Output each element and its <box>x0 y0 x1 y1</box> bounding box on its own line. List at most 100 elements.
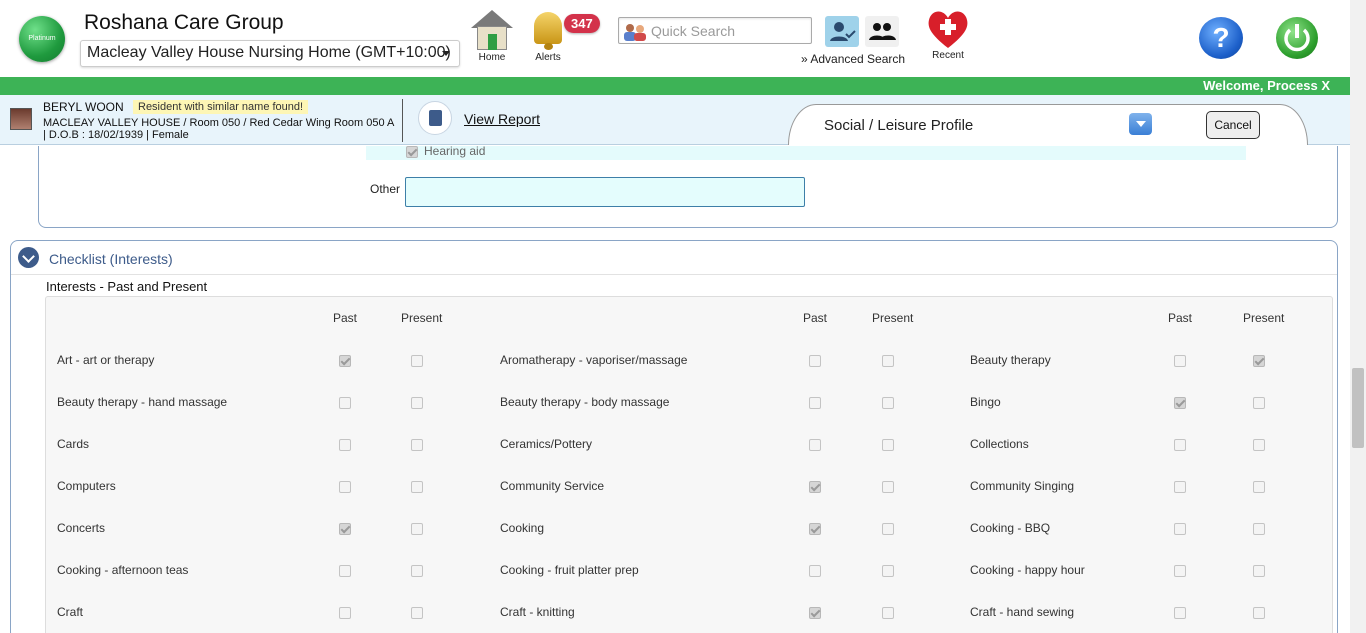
past-checkbox[interactable] <box>339 439 351 451</box>
alerts-count-badge[interactable]: 347 <box>564 14 600 33</box>
avatar[interactable] <box>10 108 32 130</box>
similar-name-warning: Resident with similar name found! <box>133 100 309 114</box>
divider <box>402 99 403 142</box>
users-icon <box>869 23 896 40</box>
checklist-header[interactable]: Checklist (Interests) <box>11 241 1337 275</box>
interest-label: Craft - knitting <box>500 605 575 619</box>
past-checkbox[interactable] <box>339 523 351 535</box>
present-checkbox[interactable] <box>1253 397 1265 409</box>
interest-label: Beauty therapy - hand massage <box>57 395 228 409</box>
other-label: Other <box>370 182 401 196</box>
heart-plus-icon <box>926 8 970 50</box>
past-checkbox[interactable] <box>1174 565 1186 577</box>
past-checkbox[interactable] <box>809 397 821 409</box>
column-header-present: Present <box>872 311 914 325</box>
quick-search[interactable] <box>618 17 812 44</box>
past-checkbox[interactable] <box>339 481 351 493</box>
interest-label: Cooking - fruit platter prep <box>500 563 639 577</box>
resident-name: BERYL WOON <box>43 100 124 114</box>
hearing-aid-checkbox[interactable] <box>406 146 418 158</box>
present-checkbox[interactable] <box>882 481 894 493</box>
quick-search-input[interactable] <box>651 21 809 40</box>
past-checkbox[interactable] <box>1174 355 1186 367</box>
cancel-button[interactable]: Cancel <box>1206 111 1260 139</box>
hearing-aid-label: Hearing aid <box>424 146 486 158</box>
present-checkbox[interactable] <box>1253 439 1265 451</box>
other-input[interactable] <box>405 177 805 207</box>
present-checkbox[interactable] <box>882 439 894 451</box>
help-icon[interactable]: ? <box>1199 17 1243 59</box>
interest-label: Aromatherapy - vaporiser/massage <box>500 353 688 367</box>
past-checkbox[interactable] <box>809 481 821 493</box>
home-button[interactable]: Home <box>469 8 515 63</box>
resident-search-button[interactable] <box>825 16 859 47</box>
past-checkbox[interactable] <box>1174 523 1186 535</box>
scrollbar[interactable] <box>1350 0 1366 633</box>
past-checkbox[interactable] <box>339 565 351 577</box>
checklist-section: Checklist (Interests) Interests - Past a… <box>10 240 1338 633</box>
bell-icon <box>528 8 568 52</box>
home-icon <box>469 8 515 52</box>
org-name: Roshana Care Group <box>84 11 284 34</box>
platinum-logo[interactable]: Platinum <box>19 16 65 62</box>
past-checkbox[interactable] <box>1174 481 1186 493</box>
interest-label: Cards <box>57 437 90 451</box>
past-checkbox[interactable] <box>809 439 821 451</box>
present-checkbox[interactable] <box>411 439 423 451</box>
column-header-past: Past <box>803 311 828 325</box>
present-checkbox[interactable] <box>411 481 423 493</box>
past-checkbox[interactable] <box>339 397 351 409</box>
present-checkbox[interactable] <box>882 355 894 367</box>
interest-label: Ceramics/Pottery <box>500 437 593 451</box>
present-checkbox[interactable] <box>411 523 423 535</box>
recent-button[interactable]: Recent <box>926 8 970 61</box>
past-checkbox[interactable] <box>809 565 821 577</box>
present-checkbox[interactable] <box>882 397 894 409</box>
staff-search-button[interactable] <box>865 16 899 47</box>
past-checkbox[interactable] <box>1174 607 1186 619</box>
present-checkbox[interactable] <box>1253 523 1265 535</box>
facility-select[interactable]: Macleay Valley House Nursing Home (GMT+1… <box>80 40 460 67</box>
past-checkbox[interactable] <box>1174 439 1186 451</box>
hearing-aid-row: Hearing aid <box>366 146 1246 160</box>
top-header: Platinum Roshana Care Group Macleay Vall… <box>0 0 1350 77</box>
facility-value: Macleay Valley House Nursing Home (GMT+1… <box>87 44 451 61</box>
view-report-link[interactable]: View Report <box>464 111 540 127</box>
past-checkbox[interactable] <box>1174 397 1186 409</box>
main-content: Hearing aid Other Checklist (Interests) … <box>0 146 1350 633</box>
present-checkbox[interactable] <box>411 565 423 577</box>
recent-label: Recent <box>932 50 964 61</box>
present-checkbox[interactable] <box>1253 565 1265 577</box>
present-checkbox[interactable] <box>411 397 423 409</box>
interest-label: Craft <box>57 605 84 619</box>
home-label: Home <box>478 52 506 63</box>
app-window: Platinum Roshana Care Group Macleay Vall… <box>0 0 1366 633</box>
checklist-title: Checklist (Interests) <box>49 251 173 267</box>
report-icon[interactable] <box>418 101 452 135</box>
past-checkbox[interactable] <box>339 355 351 367</box>
interest-label: Beauty therapy <box>970 353 1051 367</box>
profile-tab: Social / Leisure Profile Cancel <box>788 104 1308 145</box>
present-checkbox[interactable] <box>411 355 423 367</box>
interest-label: Collections <box>970 437 1029 451</box>
present-checkbox[interactable] <box>1253 355 1265 367</box>
alerts-button[interactable]: Alerts <box>528 8 568 63</box>
scrollbar-thumb[interactable] <box>1352 368 1364 448</box>
interests-subtitle: Interests - Past and Present <box>46 279 208 294</box>
profile-dropdown-button[interactable] <box>1129 113 1152 135</box>
present-checkbox[interactable] <box>882 565 894 577</box>
present-checkbox[interactable] <box>411 607 423 619</box>
present-checkbox[interactable] <box>882 523 894 535</box>
past-checkbox[interactable] <box>809 607 821 619</box>
past-checkbox[interactable] <box>809 355 821 367</box>
past-checkbox[interactable] <box>809 523 821 535</box>
present-checkbox[interactable] <box>1253 481 1265 493</box>
past-checkbox[interactable] <box>339 607 351 619</box>
advanced-search-link[interactable]: » Advanced Search <box>801 52 905 66</box>
column-header-past: Past <box>1168 311 1193 325</box>
present-checkbox[interactable] <box>882 607 894 619</box>
present-checkbox[interactable] <box>1253 607 1265 619</box>
column-header-past: Past <box>333 311 358 325</box>
power-icon[interactable] <box>1276 17 1318 59</box>
chevron-down-icon[interactable] <box>18 247 39 268</box>
